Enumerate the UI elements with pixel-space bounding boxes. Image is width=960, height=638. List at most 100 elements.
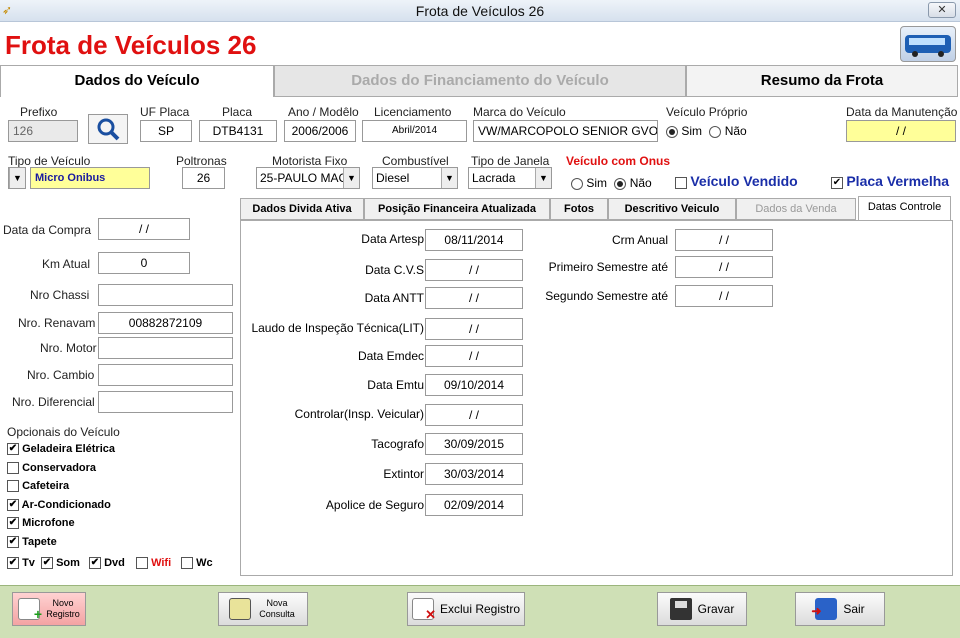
add-document-icon: + [18,598,42,622]
renavam-label: Nro. Renavam [18,316,96,330]
datas-label: Extintor [383,467,424,481]
datas-label: Tacografo [371,437,424,451]
placa-label: Placa [222,105,253,119]
proprio-nao-radio[interactable] [709,125,722,138]
opcional-item[interactable]: Cafeteira [7,480,115,499]
onus-nao-label: Não [629,176,652,190]
diferencial-field[interactable] [98,391,233,413]
datas-label: Data Emtu [367,378,424,392]
comb-dropdown[interactable]: Diesel ▼ [372,167,458,189]
notepad-icon [229,598,251,620]
uf-label: UF Placa [140,105,190,119]
vendido-checkbox[interactable] [675,176,687,189]
subtab-datas-controle[interactable]: Datas Controle [858,196,951,220]
onus-sim-radio[interactable] [571,177,583,190]
uf-field[interactable]: SP [140,120,192,142]
app-title: Frota de Veículos 26 [5,30,257,60]
datas-field[interactable]: 09/10/2014 [425,374,523,396]
delete-document-icon: ✕ [411,598,436,622]
nova-consulta-label: Nova Consulta [259,598,295,619]
proprio-sim-radio[interactable] [666,125,678,138]
chevron-down-icon: ▼ [535,168,551,188]
datas-field[interactable]: / / [425,287,523,309]
janela-label: Tipo de Janela [471,154,550,168]
novo-registro-label: Novo Registro [46,598,80,619]
exclui-registro-button[interactable]: ✕ Exclui Registro [407,592,525,626]
onus-label: Veículo com Onus [566,154,671,168]
sair-label: Sair [843,602,865,616]
prefixo-field[interactable]: 126 [8,120,78,142]
search-button[interactable] [88,114,128,144]
diferencial-label: Nro. Diferencial [12,395,95,409]
datas-field[interactable]: / / [425,345,523,367]
proprio-nao-label: Não [724,124,747,138]
datas-field[interactable]: 02/09/2014 [425,494,523,516]
opcional-item[interactable]: ✔ Microfone [7,517,115,536]
prefixo-label: Prefixo [20,105,58,119]
proprio-label: Veículo Próprio [666,105,748,119]
motorista-value: 25-PAULO MAC [260,171,348,185]
km-field[interactable]: 0 [98,252,190,274]
datas-right-field[interactable]: / / [675,285,773,307]
renavam-field[interactable]: 00882872109 [98,312,233,334]
close-button[interactable]: ✕ [928,2,956,18]
subtab-descritivo[interactable]: Descritivo Veiculo [608,198,736,220]
cambio-field[interactable] [98,364,233,386]
wifi-option[interactable]: Wifi [136,557,171,570]
datas-right-label: Crm Anual [611,233,668,247]
tipo-dropdown[interactable]: ▼ [8,167,26,189]
datas-field[interactable]: / / [425,318,523,340]
manut-field[interactable]: / / [846,120,956,142]
subtab-posicao-financeira[interactable]: Posição Financeira Atualizada [364,198,550,220]
som-option[interactable]: ✔ Som [41,557,80,570]
janela-dropdown[interactable]: Lacrada ▼ [468,167,552,189]
tab-dados-veiculo[interactable]: Dados do Veículo [0,65,274,97]
tv-option[interactable]: ✔ Tv [7,557,35,570]
comb-label: Combustível [382,154,449,168]
datas-label: Data Artesp [361,232,424,246]
tipo-field[interactable]: Micro Onibus [30,167,150,189]
datas-field[interactable]: / / [425,259,523,281]
gravar-button[interactable]: Gravar [657,592,747,626]
novo-registro-button[interactable]: + Novo Registro [12,592,86,626]
placa-vermelha-checkbox[interactable]: ✔ [831,176,843,189]
chevron-down-icon: ▼ [9,168,25,188]
ano-field[interactable]: 2006/2006 [284,120,356,142]
datas-field[interactable]: 08/11/2014 [425,229,523,251]
datas-right-field[interactable]: / / [675,256,773,278]
opcional-label: Microfone [22,517,75,529]
opcional-item[interactable]: Conservadora [7,462,115,481]
subtab-dados-venda[interactable]: Dados da Venda [736,198,856,220]
datas-right-field[interactable]: / / [675,229,773,251]
datas-label: Laudo de Inspeção Técnica(LIT) [251,321,424,335]
subtab-divida-ativa[interactable]: Dados Divida Ativa [240,198,364,220]
tv-label: Tv [22,557,35,569]
opcional-item[interactable]: ✔ Tapete [7,536,115,555]
opcional-item[interactable]: ✔ Geladeira Elétrica [7,443,115,462]
placa-field[interactable]: DTB4131 [199,120,277,142]
opcionais-label: Opcionais do Veículo [7,425,120,439]
datas-field[interactable]: / / [425,404,523,426]
poltronas-field[interactable]: 26 [182,167,225,189]
datas-field[interactable]: 30/09/2015 [425,433,523,455]
chassi-field[interactable] [98,284,233,306]
subtab-fotos[interactable]: Fotos [550,198,608,220]
tab-financiamento[interactable]: Dados do Financiamento do Veículo [274,65,686,97]
opcional-label: Conservadora [22,461,97,474]
save-icon [669,598,692,620]
onus-nao-radio[interactable] [614,177,627,190]
compra-label: Data da Compra [3,223,92,237]
tab-resumo-frota[interactable]: Resumo da Frota [686,65,958,97]
compra-field[interactable]: / / [98,218,190,240]
bus-icon[interactable] [900,26,956,62]
sair-button[interactable]: ➜ Sair [795,592,885,626]
motorista-dropdown[interactable]: 25-PAULO MAC ▼ [256,167,360,189]
datas-field[interactable]: 30/03/2014 [425,463,523,485]
nova-consulta-button[interactable]: Nova Consulta [218,592,308,626]
dvd-option[interactable]: ✔ Dvd [89,557,125,570]
wc-option[interactable]: Wc [181,557,213,570]
motor-field[interactable] [98,337,233,359]
lic-field[interactable]: Abril/2014 [362,120,467,142]
opcional-item[interactable]: ✔ Ar-Condicionado [7,499,115,518]
marca-field[interactable]: VW/MARCOPOLO SENIOR GVO [473,120,658,142]
